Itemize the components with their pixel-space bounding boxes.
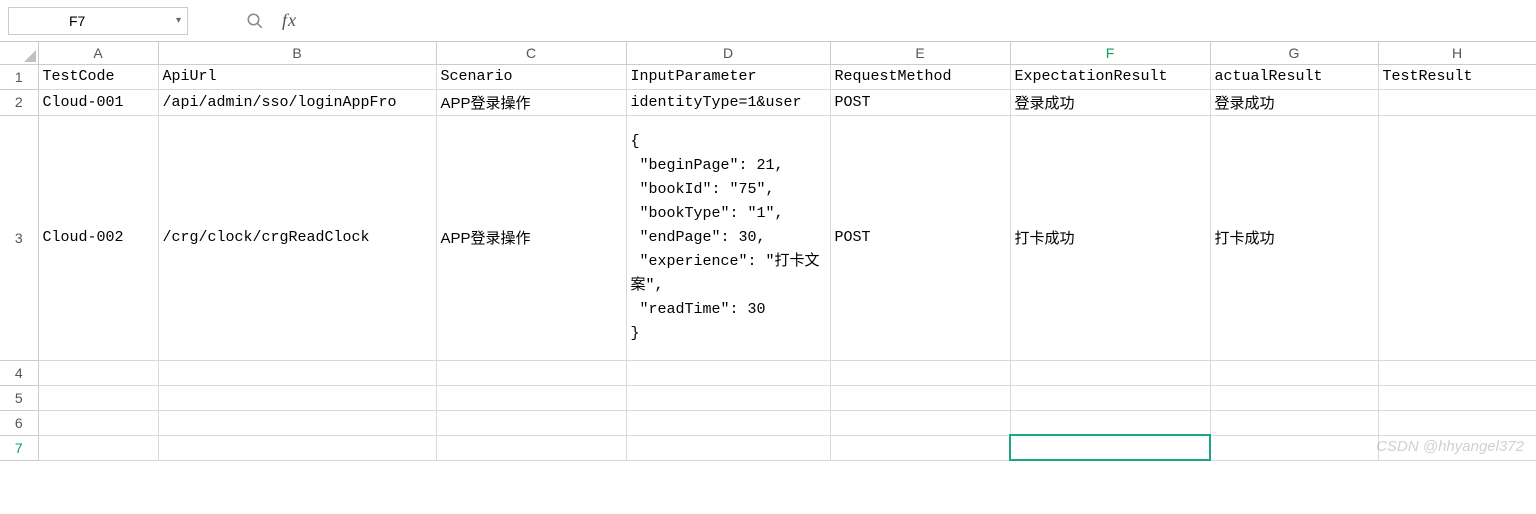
cell-A3[interactable]: Cloud-002 xyxy=(38,115,158,360)
cell-A4[interactable] xyxy=(38,360,158,385)
table-row: 1 TestCode ApiUrl Scenario InputParamete… xyxy=(0,64,1536,89)
cell-F4[interactable] xyxy=(1010,360,1210,385)
cancel-icon[interactable] xyxy=(246,12,264,30)
cell-G5[interactable] xyxy=(1210,385,1378,410)
cell-E6[interactable] xyxy=(830,410,1010,435)
row-header-6[interactable]: 6 xyxy=(0,410,38,435)
cell-D6[interactable] xyxy=(626,410,830,435)
cell-C6[interactable] xyxy=(436,410,626,435)
cell-F6[interactable] xyxy=(1010,410,1210,435)
cell-F1[interactable]: ExpectationResult xyxy=(1010,64,1210,89)
cell-D5[interactable] xyxy=(626,385,830,410)
table-row: 3 Cloud-002 /crg/clock/crgReadClock APP登… xyxy=(0,115,1536,360)
cell-E7[interactable] xyxy=(830,435,1010,460)
cell-D2[interactable]: identityType=1&user xyxy=(626,89,830,115)
cell-A5[interactable] xyxy=(38,385,158,410)
table-row: 5 xyxy=(0,385,1536,410)
row-header-5[interactable]: 5 xyxy=(0,385,38,410)
cell-B4[interactable] xyxy=(158,360,436,385)
cell-F3[interactable]: 打卡成功 xyxy=(1010,115,1210,360)
cell-G7[interactable] xyxy=(1210,435,1378,460)
fx-zone: fx xyxy=(196,10,297,31)
cell-H2[interactable] xyxy=(1378,89,1536,115)
name-box[interactable]: F7 ▾ xyxy=(8,7,188,35)
col-header-A[interactable]: A xyxy=(38,42,158,64)
cell-B5[interactable] xyxy=(158,385,436,410)
col-header-C[interactable]: C xyxy=(436,42,626,64)
cell-F7[interactable] xyxy=(1010,435,1210,460)
cell-F2[interactable]: 登录成功 xyxy=(1010,89,1210,115)
cell-H7[interactable] xyxy=(1378,435,1536,460)
cell-H4[interactable] xyxy=(1378,360,1536,385)
cell-B7[interactable] xyxy=(158,435,436,460)
row-header-3[interactable]: 3 xyxy=(0,115,38,360)
cell-G1[interactable]: actualResult xyxy=(1210,64,1378,89)
cell-C1[interactable]: Scenario xyxy=(436,64,626,89)
cell-D4[interactable] xyxy=(626,360,830,385)
cell-E1[interactable]: RequestMethod xyxy=(830,64,1010,89)
cell-E4[interactable] xyxy=(830,360,1010,385)
cell-A6[interactable] xyxy=(38,410,158,435)
dropdown-icon[interactable]: ▾ xyxy=(176,15,181,26)
cell-H6[interactable] xyxy=(1378,410,1536,435)
cell-C2[interactable]: APP登录操作 xyxy=(436,89,626,115)
name-box-value: F7 xyxy=(69,13,85,29)
cell-B1[interactable]: ApiUrl xyxy=(158,64,436,89)
cell-E3[interactable]: POST xyxy=(830,115,1010,360)
cell-C3[interactable]: APP登录操作 xyxy=(436,115,626,360)
cell-G4[interactable] xyxy=(1210,360,1378,385)
select-all-corner[interactable] xyxy=(0,42,38,64)
col-header-D[interactable]: D xyxy=(626,42,830,64)
cell-H1[interactable]: TestResult xyxy=(1378,64,1536,89)
cell-D1[interactable]: InputParameter xyxy=(626,64,830,89)
table-row: 7 xyxy=(0,435,1536,460)
row-header-1[interactable]: 1 xyxy=(0,64,38,89)
row-header-7[interactable]: 7 xyxy=(0,435,38,460)
cell-B6[interactable] xyxy=(158,410,436,435)
col-header-H[interactable]: H xyxy=(1378,42,1536,64)
fx-icon[interactable]: fx xyxy=(282,10,297,31)
cell-H5[interactable] xyxy=(1378,385,1536,410)
cell-E5[interactable] xyxy=(830,385,1010,410)
spreadsheet-grid: A B C D E F G H 1 TestCode ApiUrl Scenar… xyxy=(0,42,1536,461)
cell-E2[interactable]: POST xyxy=(830,89,1010,115)
col-header-B[interactable]: B xyxy=(158,42,436,64)
table-row: 2 Cloud-001 /api/admin/sso/loginAppFro A… xyxy=(0,89,1536,115)
table-row: 6 xyxy=(0,410,1536,435)
row-header-4[interactable]: 4 xyxy=(0,360,38,385)
table-row: 4 xyxy=(0,360,1536,385)
cell-B3[interactable]: /crg/clock/crgReadClock xyxy=(158,115,436,360)
cell-G2[interactable]: 登录成功 xyxy=(1210,89,1378,115)
cell-D7[interactable] xyxy=(626,435,830,460)
cell-A1[interactable]: TestCode xyxy=(38,64,158,89)
cell-G6[interactable] xyxy=(1210,410,1378,435)
cell-H3[interactable] xyxy=(1378,115,1536,360)
cell-C5[interactable] xyxy=(436,385,626,410)
cell-D3[interactable]: { "beginPage": 21, "bookId": "75", "book… xyxy=(626,115,830,360)
col-header-E[interactable]: E xyxy=(830,42,1010,64)
cell-C7[interactable] xyxy=(436,435,626,460)
row-header-2[interactable]: 2 xyxy=(0,89,38,115)
cell-A7[interactable] xyxy=(38,435,158,460)
formula-bar: F7 ▾ fx xyxy=(0,0,1536,42)
cell-C4[interactable] xyxy=(436,360,626,385)
grid-table: A B C D E F G H 1 TestCode ApiUrl Scenar… xyxy=(0,42,1536,461)
formula-input[interactable] xyxy=(305,7,1528,35)
cell-A2[interactable]: Cloud-001 xyxy=(38,89,158,115)
cell-G3[interactable]: 打卡成功 xyxy=(1210,115,1378,360)
cell-F5[interactable] xyxy=(1010,385,1210,410)
col-header-F[interactable]: F xyxy=(1010,42,1210,64)
cell-B2[interactable]: /api/admin/sso/loginAppFro xyxy=(158,89,436,115)
col-header-G[interactable]: G xyxy=(1210,42,1378,64)
